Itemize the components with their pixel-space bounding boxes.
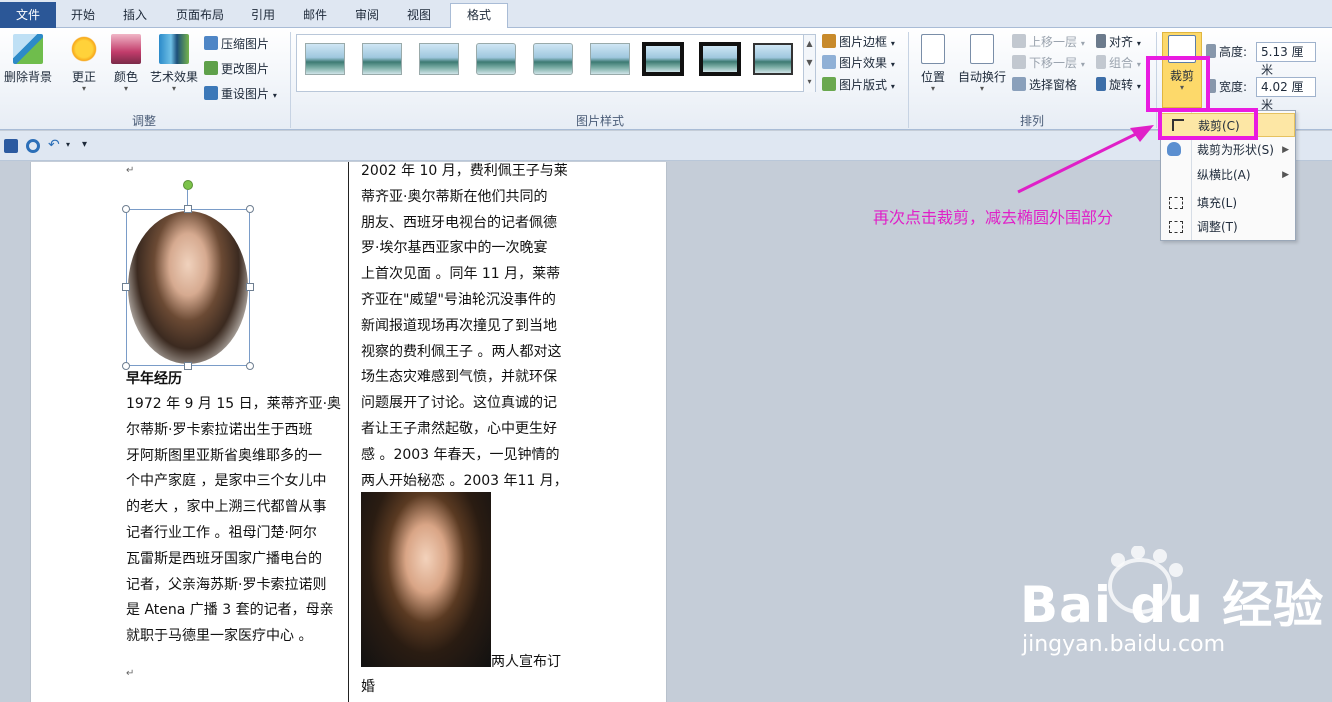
watermark-url: jingyan.baidu.com bbox=[1022, 632, 1226, 657]
arrow-shaft bbox=[1017, 130, 1141, 194]
annotation-text: 再次点击裁剪，减去椭圆外围部分 bbox=[873, 208, 1114, 227]
watermark-brand: Bai du 经验 bbox=[1020, 576, 1325, 634]
